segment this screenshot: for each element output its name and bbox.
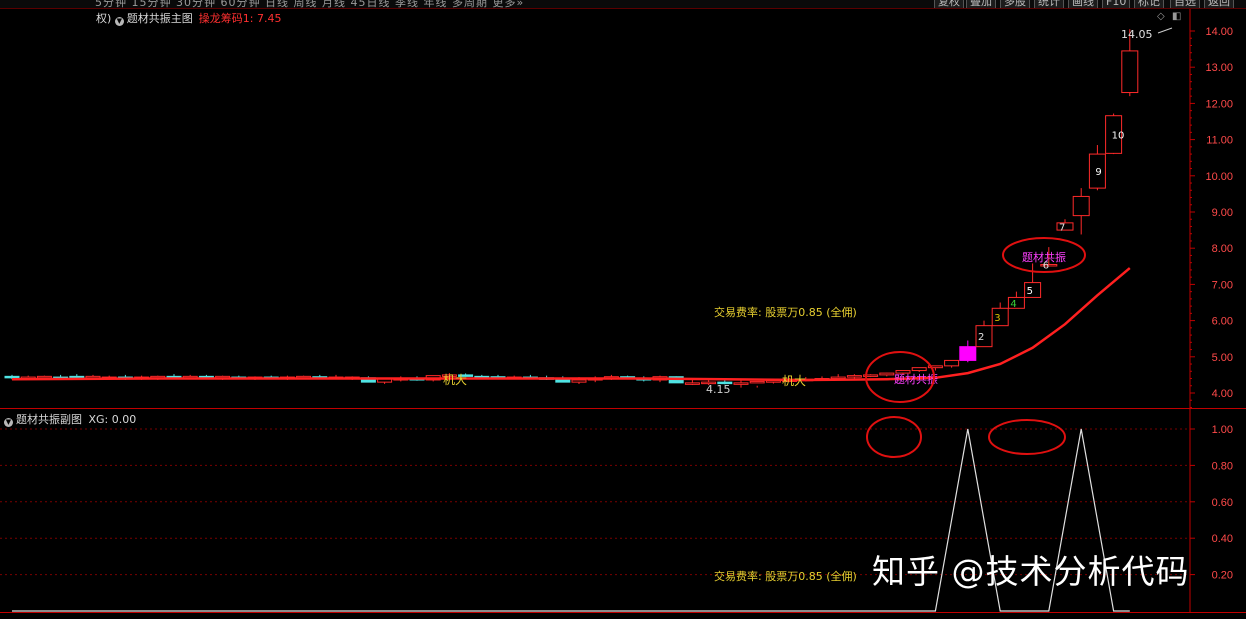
- y-tick-label: 5.00: [1212, 352, 1233, 364]
- y-tick-label: 12.00: [1205, 98, 1233, 110]
- low-price-label: 4.15: [706, 383, 731, 396]
- day-count-label: 7: [1059, 222, 1065, 233]
- chart-canvas[interactable]: 14.00 13.00 12.00 11.00 10.00 9.00 8.00 7.00 6.0…: [0, 0, 1246, 619]
- sub-y-tick-label: 0.40: [1212, 533, 1233, 545]
- candle-body: [733, 382, 749, 385]
- candle-body: [959, 346, 977, 361]
- y-tick-label: 10.00: [1205, 171, 1233, 183]
- watermark: 知乎 @技术分析代码: [872, 552, 1190, 591]
- y-tick-label: 6.00: [1212, 316, 1233, 328]
- candle-body: [944, 359, 960, 367]
- main-header-prefix: 权): [96, 12, 112, 25]
- day-count-label: 3: [994, 313, 1000, 324]
- main-indicator-name[interactable]: 题材共振主图: [127, 12, 193, 25]
- indicator-line-caolong: [11, 267, 1131, 382]
- candle-body: [911, 367, 927, 372]
- candle-body: [879, 372, 895, 376]
- y-tick-label: 14.00: [1205, 26, 1233, 38]
- y-tick-label: 7.00: [1212, 279, 1233, 291]
- day-count-label: 6: [1043, 260, 1049, 271]
- candle-body: [830, 376, 846, 380]
- candle-body: [571, 379, 587, 383]
- sub-y-tick-label: 0.80: [1212, 460, 1233, 472]
- candle-body: [749, 380, 765, 384]
- body-label: 机大: [443, 373, 467, 387]
- body-label: 机大: [782, 374, 806, 388]
- sub-indicator-name[interactable]: 题材共振副图: [16, 413, 82, 426]
- day-count-label: 5: [1027, 286, 1033, 297]
- highlight-ellipse: [988, 419, 1066, 455]
- indicator-menu-icon[interactable]: ▼: [114, 17, 124, 26]
- candle-body: [1121, 50, 1139, 94]
- candle-body: [846, 375, 862, 378]
- high-pointer: [1157, 27, 1173, 34]
- candle-body: [684, 382, 700, 385]
- fee-rate-label-sub: 交易费率: 股票万0.85 (全佣): [714, 569, 857, 583]
- panel-controls: ◇ ◧: [1157, 11, 1181, 22]
- y-tick-label: 11.00: [1206, 135, 1233, 147]
- signal-label-1: 题材共振: [894, 372, 938, 386]
- high-price-label: 14.05: [1121, 28, 1153, 41]
- y-tick-label: 4.00: [1212, 388, 1233, 400]
- diamond-icon[interactable]: ◇: [1157, 11, 1165, 22]
- y-tick-label: 9.00: [1212, 207, 1233, 219]
- sub-y-tick-label: 0.60: [1212, 497, 1233, 509]
- sub-y-tick-label: 0.20: [1212, 570, 1233, 582]
- y-tick-label: 13.00: [1205, 62, 1233, 74]
- day-count-label: 2: [978, 332, 984, 343]
- fee-rate-label: 交易费率: 股票万0.85 (全佣): [714, 305, 857, 319]
- day-count-label: 10: [1112, 131, 1125, 142]
- sub-indicator-value: XG: 0.00: [88, 413, 137, 426]
- highlight-ellipse: [866, 416, 922, 458]
- sub-y-tick-label: 1.00: [1212, 424, 1233, 436]
- window-toggle-icon[interactable]: ◧: [1172, 11, 1181, 22]
- day-count-label: 9: [1095, 167, 1101, 178]
- main-indicator-value: 操龙筹码1: 7.45: [198, 12, 282, 25]
- candle-body: [36, 375, 52, 379]
- chart-window: 5分钟 15分钟 30分钟 60分钟 日线 周线 月线 45日线 季线 年线 多…: [0, 0, 1246, 619]
- candle-body: [4, 375, 20, 379]
- indicator-menu-icon[interactable]: ▼: [4, 418, 13, 427]
- sub-indicator-header: ▼ 题材共振副图 XG: 0.00: [4, 411, 136, 427]
- candle-body: [1072, 195, 1090, 217]
- y-tick-label: 8.00: [1212, 243, 1233, 255]
- day-count-label: 4: [1010, 299, 1016, 310]
- main-indicator-header: 权) ▼ 题材共振主图 操龙筹码1: 7.45: [96, 10, 282, 26]
